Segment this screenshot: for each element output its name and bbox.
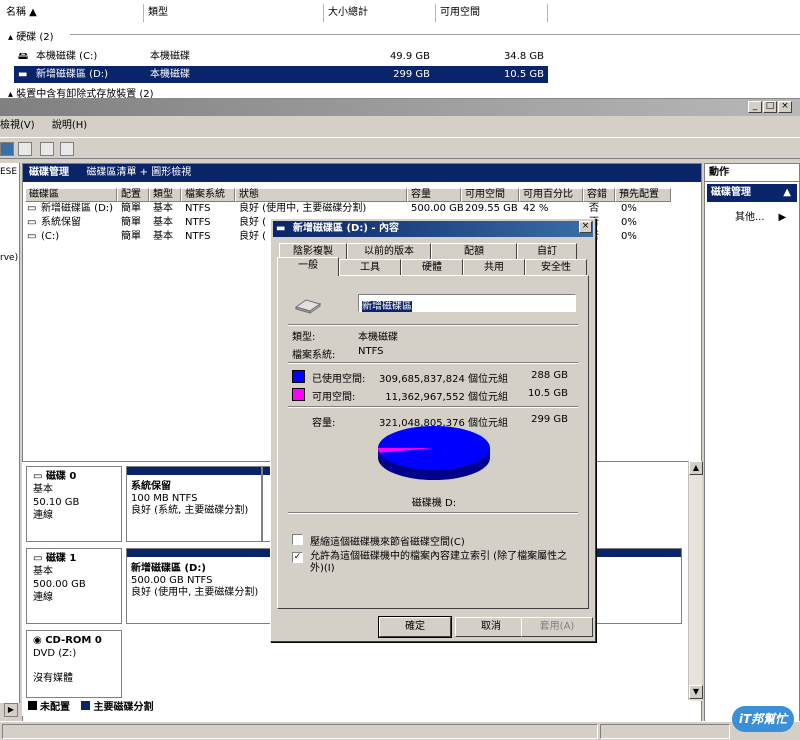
watermark-logo: iT邦幫忙 bbox=[732, 706, 794, 732]
properties-dialog: ▬ 新增磁碟區 (D:) - 內容 × 陰影複製 以前的版本 配額 自訂 一般 … bbox=[270, 218, 596, 642]
cdrom-label[interactable]: ◉ CD-ROM 0 DVD (Z:) 沒有媒體 bbox=[26, 630, 122, 698]
col-pct[interactable]: 可用百分比 bbox=[519, 188, 583, 202]
drive-caption: 磁碟機 D: bbox=[411, 498, 457, 509]
legend: 未配置 主要磁碟分割 bbox=[22, 700, 690, 716]
view-icon[interactable] bbox=[18, 142, 32, 156]
explorer-window: 名稱 ▲ 類型 大小總計 可用空間 ▴ 硬碟 (2) 🖴 本機磁碟 (C:) 本… bbox=[0, 0, 800, 100]
col-free[interactable]: 可用空間 bbox=[436, 4, 548, 22]
window-titlebar[interactable] bbox=[0, 99, 800, 116]
drive-row-d[interactable]: ▬ 新增磁碟區 (D:) 本機磁碟 299 GB 10.5 GB bbox=[14, 66, 548, 83]
drive-icon: ▬ bbox=[276, 223, 286, 234]
primary-swatch bbox=[81, 701, 91, 710]
tab-general[interactable]: 一般 bbox=[277, 257, 339, 276]
export-icon[interactable] bbox=[60, 142, 74, 156]
col-type[interactable]: 類型 bbox=[144, 4, 324, 22]
group-hdd[interactable]: ▴ 硬碟 (2) bbox=[8, 28, 54, 43]
close-button[interactable]: × bbox=[778, 101, 792, 113]
minimize-button[interactable]: _ bbox=[748, 101, 762, 113]
index-label[interactable]: 允許為這個磁碟機中的檔案內容建立索引 (除了檔案屬性之外)(I) bbox=[310, 551, 580, 575]
col-capacity[interactable]: 容量 bbox=[407, 188, 461, 202]
cdrom-icon: ◉ bbox=[33, 635, 42, 646]
actions-header: 動作 bbox=[705, 164, 799, 182]
collapse-icon: ▲ bbox=[783, 187, 791, 198]
col-status[interactable]: 狀態 bbox=[235, 188, 407, 202]
actions-pane: 動作 磁碟管理 ▲ 其他... ▶ bbox=[704, 163, 800, 723]
tab-security[interactable]: 安全性 bbox=[525, 259, 587, 275]
tab-sharing[interactable]: 共用 bbox=[463, 259, 525, 275]
col-name[interactable]: 名稱 ▲ bbox=[2, 4, 144, 22]
ok-button[interactable]: 確定 bbox=[378, 616, 452, 638]
properties-icon[interactable] bbox=[40, 142, 54, 156]
tab-hardware[interactable]: 硬體 bbox=[401, 259, 463, 275]
maximize-button[interactable]: □ bbox=[763, 101, 777, 113]
status-bar bbox=[0, 721, 800, 740]
menu-view[interactable]: 檢視(V) bbox=[0, 120, 35, 131]
col-type[interactable]: 類型 bbox=[149, 188, 181, 202]
drive-row-c[interactable]: 🖴 本機磁碟 (C:) 本機磁碟 49.9 GB 34.8 GB bbox=[14, 48, 548, 65]
graphic-scrollbar[interactable]: ▲ ▼ bbox=[688, 461, 703, 701]
toolbar bbox=[0, 137, 800, 159]
screen: 名稱 ▲ 類型 大小總計 可用空間 ▴ 硬碟 (2) 🖴 本機磁碟 (C:) 本… bbox=[0, 0, 800, 740]
col-overhead[interactable]: 預先配置 bbox=[615, 188, 671, 202]
index-checkbox[interactable]: ✓ bbox=[292, 552, 303, 563]
drive-icon bbox=[294, 296, 322, 314]
cancel-button[interactable]: 取消 bbox=[455, 617, 527, 637]
drive-icon: 🖴 bbox=[18, 51, 29, 62]
general-panel: 新增磁碟區 類型: 本機磁碟 檔案系統: NTFS 已使用空間: 309,685… bbox=[277, 275, 589, 609]
scroll-left-icon[interactable]: ▶ bbox=[4, 703, 18, 717]
volume-icon: ▭ bbox=[27, 203, 37, 214]
drive-icon: ▬ bbox=[18, 69, 28, 80]
menu-bar: 檢視(V) 說明(H) bbox=[0, 117, 800, 135]
col-volume[interactable]: 磁碟區 bbox=[25, 188, 117, 202]
usage-pie-chart bbox=[378, 426, 490, 480]
compress-checkbox[interactable] bbox=[292, 534, 303, 545]
console-tree[interactable]: ESE rve) bbox=[0, 163, 20, 703]
col-fault[interactable]: 容錯 bbox=[583, 188, 615, 202]
disk1-label[interactable]: ▭ 磁碟 1 基本 500.00 GB 連線 bbox=[26, 548, 122, 624]
group-removable[interactable]: ▴ 裝置中含有卸除式存放裝置 (2) bbox=[8, 88, 154, 98]
chevron-right-icon: ▶ bbox=[778, 212, 787, 223]
scroll-down-icon[interactable]: ▼ bbox=[689, 685, 703, 699]
volume-icon: ▭ bbox=[27, 231, 37, 242]
partition-system-reserved[interactable]: 系統保留 100 MB NTFS 良好 (系統, 主要磁碟分割) bbox=[126, 466, 262, 542]
compress-label[interactable]: 壓縮這個磁碟機來節省磁碟空間(C) bbox=[310, 533, 465, 548]
dialog-close-button[interactable]: × bbox=[579, 221, 592, 233]
disk0-label[interactable]: ▭ 磁碟 0 基本 50.10 GB 連線 bbox=[26, 466, 122, 542]
col-layout[interactable]: 配置 bbox=[117, 188, 149, 202]
apply-button[interactable]: 套用(A) bbox=[521, 617, 593, 637]
tab-tools[interactable]: 工具 bbox=[339, 259, 401, 275]
center-header: 磁碟管理 磁碟區清單 + 圖形檢視 bbox=[23, 164, 701, 182]
volume-label-input[interactable]: 新增磁碟區 bbox=[358, 294, 576, 312]
menu-help[interactable]: 說明(H) bbox=[52, 120, 87, 131]
scroll-up-icon[interactable]: ▲ bbox=[689, 461, 703, 475]
help-icon[interactable] bbox=[0, 142, 14, 156]
actions-more[interactable]: 其他... ▶ bbox=[735, 208, 786, 223]
free-swatch bbox=[292, 388, 305, 401]
col-size[interactable]: 大小總計 bbox=[324, 4, 436, 22]
unallocated-swatch bbox=[28, 701, 37, 710]
disk-icon: ▭ bbox=[33, 553, 43, 564]
col-free[interactable]: 可用空間 bbox=[461, 188, 519, 202]
actions-disk-management[interactable]: 磁碟管理 ▲ bbox=[707, 184, 797, 202]
tab-previous-versions[interactable]: 以前的版本 bbox=[347, 243, 431, 259]
tab-customize[interactable]: 自訂 bbox=[517, 243, 577, 259]
disk-icon: ▭ bbox=[33, 471, 43, 482]
dialog-title[interactable]: ▬ 新增磁碟區 (D:) - 內容 bbox=[273, 221, 593, 237]
volume-icon: ▭ bbox=[27, 217, 37, 228]
group-divider bbox=[70, 34, 800, 35]
used-swatch bbox=[292, 370, 305, 383]
col-fs[interactable]: 檔案系統 bbox=[181, 188, 235, 202]
tab-quota[interactable]: 配額 bbox=[431, 243, 517, 259]
